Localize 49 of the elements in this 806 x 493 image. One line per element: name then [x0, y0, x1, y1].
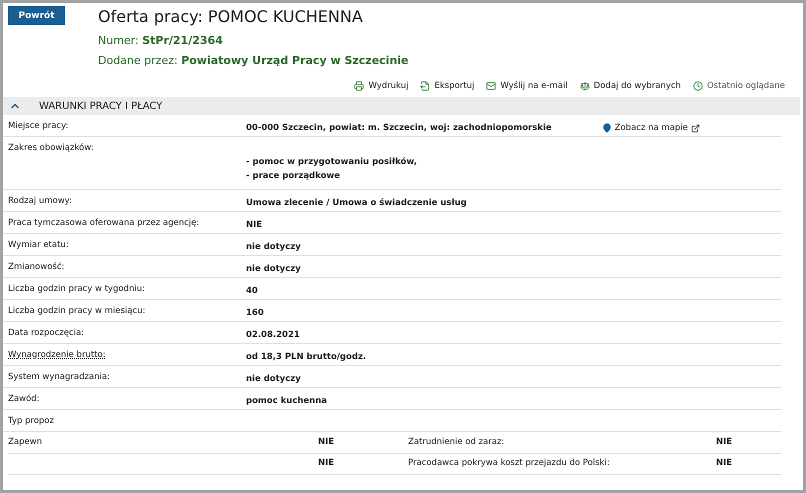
- field-label: Wynagrodzenie brutto:: [8, 349, 107, 360]
- field-value: nie dotyczy: [246, 263, 301, 276]
- toolbar-link[interactable]: Wydrukuj: [354, 78, 408, 94]
- field-value: od 18,3 PLN brutto/godz.: [246, 351, 366, 364]
- page-title: Oferta pracy: POMOC KUCHENNA: [98, 6, 364, 28]
- field-value: NIE: [716, 453, 781, 475]
- map-link[interactable]: Zobacz na mapie: [602, 121, 700, 135]
- field-label: Liczba godzin pracy w miesiącu:: [8, 305, 146, 316]
- field-label: Zapewn: [8, 432, 318, 454]
- export-icon: [420, 81, 430, 91]
- toolbar-link[interactable]: Ostatnio oglądane: [692, 78, 785, 94]
- field-value: 02.08.2021: [246, 329, 300, 342]
- map-pin-icon: [602, 123, 612, 133]
- mail-icon: [486, 81, 496, 91]
- field-value: nie dotyczy: [246, 241, 301, 254]
- added-by: Dodane przez: Powiatowy Urząd Pracy w Szczecinie: [98, 54, 409, 68]
- field-value: 160: [246, 307, 264, 320]
- field-value: NIE: [318, 453, 408, 475]
- field-value: - pomoc w przygotowaniu posiłków,: [246, 156, 417, 169]
- field-value: 00-000 Szczecin, powiat: m. Szczecin, woj: zachodniopomorskie: [246, 122, 552, 135]
- field-value: NIE: [318, 432, 408, 454]
- field-value: pomoc kuchenna: [246, 395, 328, 408]
- field-label: Zatrudnienie od zaraz:: [408, 432, 716, 454]
- toolbar-link[interactable]: Dodaj do wybranych: [580, 78, 681, 94]
- field-label: Zakres obowiązków:: [8, 142, 95, 153]
- field-value: - prace porządkowe: [246, 170, 342, 183]
- field-label: System wynagradzania:: [8, 371, 111, 382]
- field-label: Liczba godzin pracy w tygodniu:: [8, 283, 146, 294]
- toolbar-link[interactable]: Wyślij na e-mail: [486, 78, 568, 94]
- field-value: NIE: [246, 219, 262, 232]
- field-label: Praca tymczasowa oferowana przez agencję:: [8, 217, 200, 228]
- field-value: nie dotyczy: [246, 373, 301, 386]
- field-value: NIE: [716, 432, 781, 454]
- external-link-icon: [690, 124, 700, 132]
- field-value: Umowa zlecenie / Umowa o świadczenie usług: [246, 197, 467, 210]
- field-label: Zmianowość:: [8, 261, 66, 272]
- field-label: Zawód:: [8, 393, 40, 404]
- section-title: WARUNKI PRACY I PŁACY: [39, 100, 162, 112]
- offer-number: Numer: StPr/21/2364: [98, 34, 224, 48]
- field-label: Wymiar etatu:: [8, 239, 70, 250]
- toolbar-link[interactable]: Eksportuj: [420, 78, 474, 94]
- print-icon: [354, 81, 364, 91]
- field-label: Typ propoz: [8, 415, 55, 426]
- field-label: Miejsce pracy:: [8, 120, 70, 131]
- field-value: 40: [246, 285, 258, 298]
- field-label: Data rozpoczęcia:: [8, 327, 86, 338]
- field-label: Rodzaj umowy:: [8, 195, 73, 206]
- field-label: Pracodawca pokrywa koszt przejazdu do Polski:: [408, 453, 716, 475]
- back-button[interactable]: Powrót: [8, 6, 65, 25]
